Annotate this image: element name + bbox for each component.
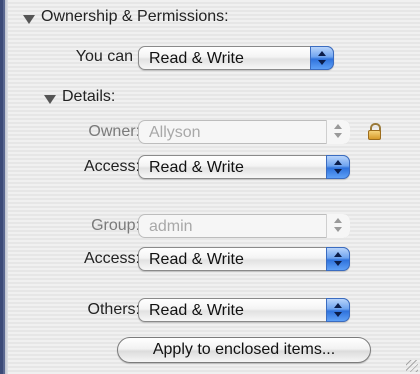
popup-arrows-icon — [326, 298, 350, 322]
owner-access-popup-value: Read & Write — [149, 159, 244, 176]
details-disclosure-triangle-icon[interactable] — [44, 95, 56, 104]
you-can-popup-value: Read & Write — [149, 50, 244, 67]
owner-access-popup[interactable]: Read & Write — [138, 155, 350, 179]
popup-arrows-icon — [326, 120, 350, 144]
others-popup[interactable]: Read & Write — [138, 298, 350, 322]
owner-access-label: Access: — [83, 158, 140, 175]
group-label: Group: — [91, 217, 140, 234]
you-can-label: You can — [75, 48, 133, 65]
group-popup[interactable]: admin — [138, 214, 350, 238]
popup-arrows-icon — [326, 214, 350, 238]
owner-label: Owner: — [88, 123, 140, 140]
group-access-popup[interactable]: Read & Write — [138, 247, 350, 271]
apply-to-enclosed-items-button[interactable]: Apply to enclosed items... — [117, 337, 371, 363]
you-can-popup[interactable]: Read & Write — [138, 46, 334, 70]
lock-icon[interactable] — [368, 123, 381, 140]
ownership-disclosure-triangle-icon[interactable] — [23, 15, 35, 24]
resize-grip-icon[interactable] — [406, 360, 418, 372]
popup-arrows-icon — [326, 247, 350, 271]
others-popup-value: Read & Write — [149, 302, 244, 319]
owner-popup[interactable]: Allyson — [138, 120, 350, 144]
ownership-permissions-heading: Ownership & Permissions: — [41, 8, 229, 25]
others-label: Others: — [87, 301, 140, 318]
popup-arrows-icon — [310, 46, 334, 70]
details-heading: Details: — [62, 88, 116, 105]
group-popup-value: admin — [149, 218, 193, 235]
group-access-popup-value: Read & Write — [149, 251, 244, 268]
popup-arrows-icon — [326, 155, 350, 179]
group-access-label: Access: — [83, 250, 140, 267]
owner-popup-value: Allyson — [149, 124, 201, 141]
